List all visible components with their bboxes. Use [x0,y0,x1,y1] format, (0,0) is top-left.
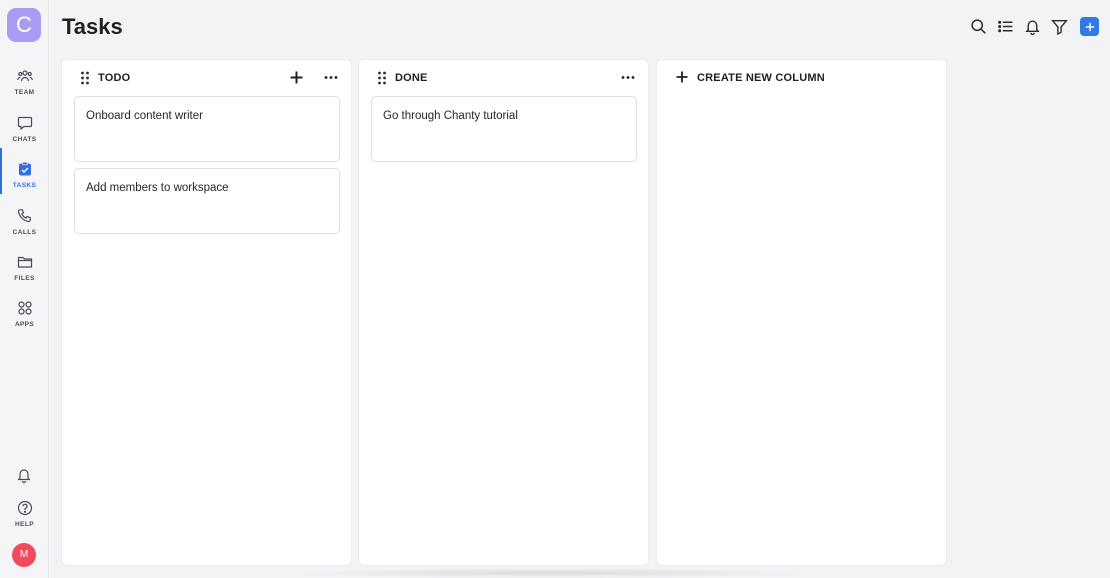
column-title: DONE [395,72,428,84]
more-options-icon[interactable] [324,71,338,84]
task-card-title: Go through Chanty tutorial [383,110,518,122]
user-avatar[interactable]: M [12,543,36,567]
plus-icon [1085,22,1094,31]
notifications-bell-icon[interactable] [16,467,32,483]
sidebar-rail: C TEAM CHATS TASKS CALLS FILES APPS HELP… [0,0,49,578]
filter-icon[interactable] [1051,18,1068,35]
more-options-icon[interactable] [621,71,635,84]
tasks-icon [18,161,31,176]
nav-label-team: TEAM [14,89,35,96]
nav-item-apps[interactable]: APPS [0,300,49,344]
nav-item-chats[interactable]: CHATS [0,115,49,159]
plus-icon [676,71,688,83]
workspace-logo[interactable]: C [7,8,41,42]
task-card-title: Onboard content writer [86,110,203,122]
apps-grid-icon [17,301,32,315]
header-actions [970,17,1099,36]
nav-label-tasks: TASKS [12,182,37,189]
chat-bubble-icon [17,116,32,131]
search-icon[interactable] [970,18,987,35]
board-column-done: DONE Go through Chanty tutorial [359,60,648,565]
phone-icon [17,209,31,223]
create-new-column-button[interactable]: CREATE NEW COLUMN [697,72,825,84]
nav-label-calls: CALLS [12,229,37,236]
nav-label-apps: APPS [14,321,35,328]
app-root: C TEAM CHATS TASKS CALLS FILES APPS HELP… [0,0,1110,578]
drag-handle-icon[interactable] [80,71,90,85]
help-icon [17,500,32,516]
nav-label-files: FILES [14,275,35,282]
nav-item-calls[interactable]: CALLS [0,208,49,252]
nav-item-team[interactable]: TEAM [0,68,49,112]
column-title: TODO [98,72,131,84]
nav-item-tasks[interactable]: TASKS [0,161,49,205]
column-header: DONE [359,60,648,95]
task-card[interactable]: Onboard content writer [74,96,340,162]
board-column-todo: TODO Onboard content writer Add members … [62,60,351,565]
task-card-title: Add members to workspace [86,182,229,194]
create-column-panel[interactable]: CREATE NEW COLUMN [657,60,946,565]
team-icon [16,70,33,82]
task-card[interactable]: Add members to workspace [74,168,340,234]
page-title: Tasks [62,14,123,39]
add-task-button[interactable] [1080,17,1099,36]
task-card[interactable]: Go through Chanty tutorial [371,96,637,162]
add-card-plus-icon[interactable] [290,71,303,84]
nav-label-chats: CHATS [12,136,37,143]
bell-icon[interactable] [1024,18,1041,35]
folder-icon [17,256,32,268]
nav-item-files[interactable]: FILES [0,254,49,298]
column-header: TODO [62,60,351,95]
nav-item-help[interactable]: HELP [0,500,49,528]
window-shadow [280,568,820,578]
list-icon[interactable] [997,18,1014,35]
nav-label-help: HELP [15,521,34,528]
drag-handle-icon[interactable] [377,71,387,85]
